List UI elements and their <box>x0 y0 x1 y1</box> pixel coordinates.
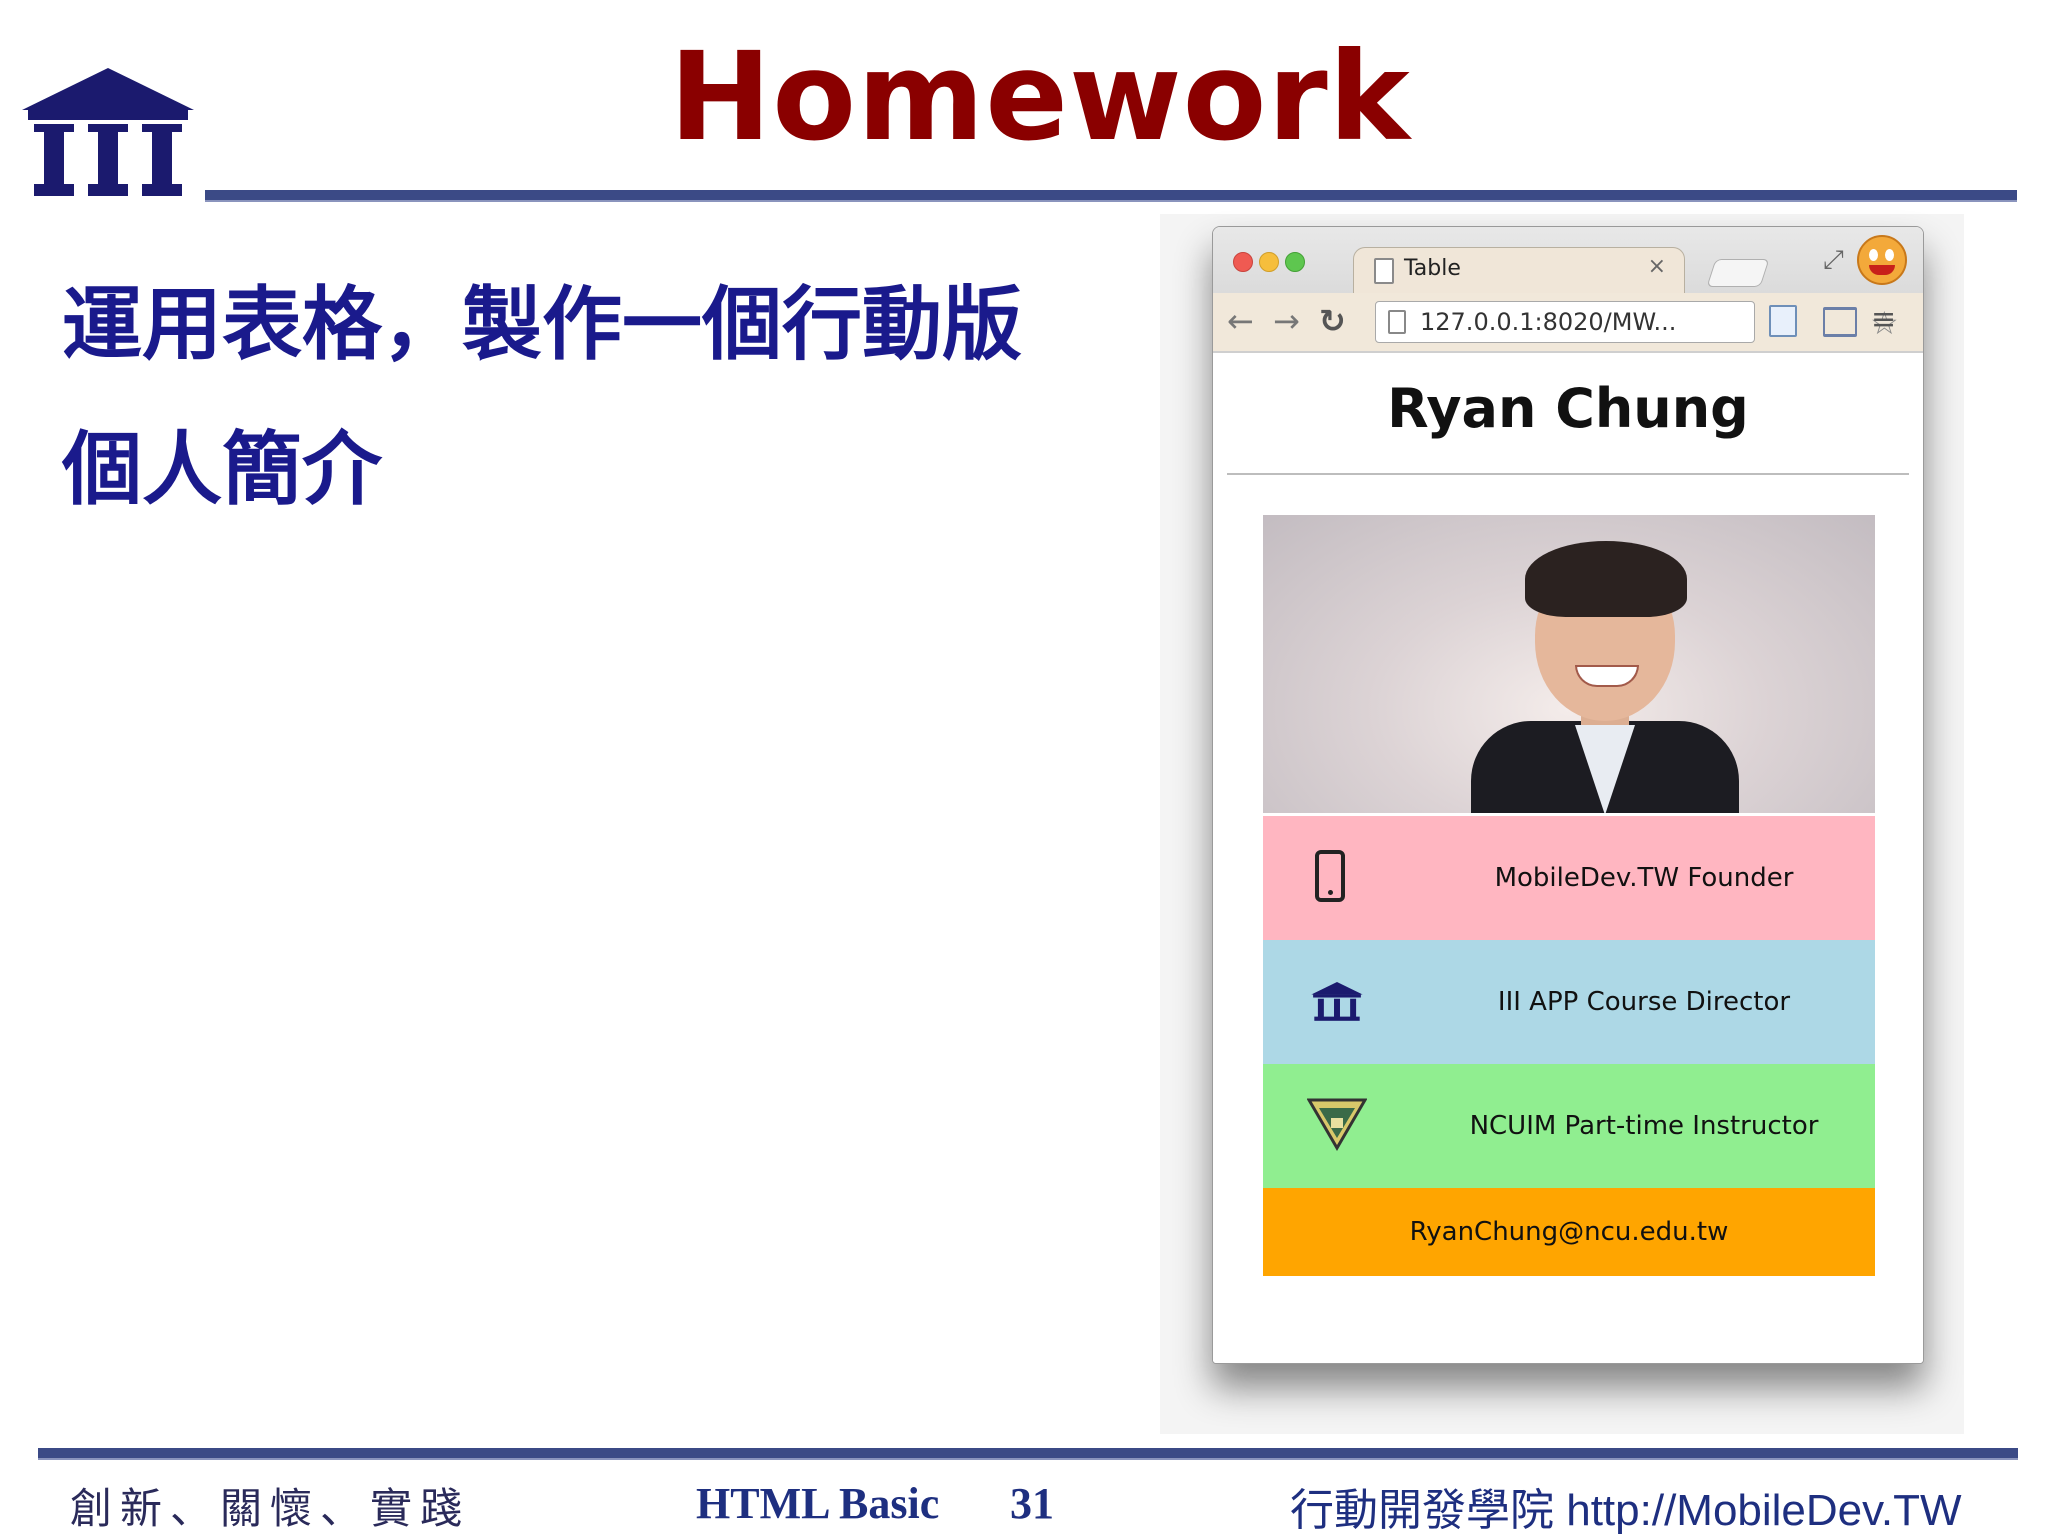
profile-table: MobileDev.TW Founder III APP Course Dire… <box>1263 816 1875 1276</box>
footer-course: HTML Basic <box>696 1479 940 1528</box>
browser-toolbar: ← → ↻ 127.0.0.1:8020/MW... ☆ ≡ <box>1213 293 1923 351</box>
profile-name-heading: Ryan Chung <box>1387 377 1749 440</box>
slide-title: Homework <box>669 26 1411 168</box>
screenshot-extension-icon[interactable] <box>1823 307 1857 337</box>
footer-academy: 行動開發學院 http://MobileDev.TW <box>1290 1486 1962 1535</box>
table-row: III APP Course Director <box>1263 940 1875 1064</box>
zoom-window-button[interactable] <box>1285 252 1305 272</box>
new-tab-button[interactable] <box>1706 259 1770 287</box>
url-text: 127.0.0.1:8020/MW... <box>1420 308 1677 336</box>
body-line-2: 個人簡介 <box>62 423 382 516</box>
slide-body: 運用表格，製作一個行動版 個人簡介 <box>62 252 1122 542</box>
close-window-button[interactable] <box>1233 252 1253 272</box>
edit-extension-icon[interactable] <box>1769 305 1797 337</box>
footer-motto: 創新、關懷、實踐 <box>70 1484 471 1533</box>
body-line-1: 運用表格，製作一個行動版 <box>62 278 1022 371</box>
school-badge-icon <box>1307 1098 1367 1151</box>
tab-close-icon[interactable]: × <box>1648 254 1666 279</box>
reload-icon[interactable]: ↻ <box>1319 305 1346 337</box>
table-cell: NCUIM Part-time Instructor <box>1469 1111 1819 1141</box>
profile-photo <box>1263 515 1875 813</box>
page-number: 31 <box>1010 1479 1054 1528</box>
header-divider <box>205 190 2017 202</box>
footer-divider <box>38 1448 2018 1460</box>
institute-logo <box>22 68 194 196</box>
page-content: Ryan Chung MobileDev.TW Founder III APP … <box>1213 353 1923 1363</box>
address-bar[interactable]: 127.0.0.1:8020/MW... ☆ <box>1375 301 1899 343</box>
table-cell: III APP Course Director <box>1497 987 1791 1017</box>
menu-icon[interactable]: ≡ <box>1871 305 1896 335</box>
phone-icon <box>1315 850 1345 902</box>
institute-icon <box>1311 982 1363 1021</box>
back-arrow-icon[interactable]: ← <box>1227 305 1254 337</box>
fullscreen-icon[interactable]: ⤢ <box>1823 245 1844 276</box>
profile-emoji-icon[interactable] <box>1857 235 1907 285</box>
document-icon <box>1374 258 1394 284</box>
minimize-window-button[interactable] <box>1259 252 1279 272</box>
browser-window: Table × ⤢ ← → ↻ 127.0.0.1:8020/MW... ☆ ≡… <box>1212 226 1924 1364</box>
email-cell: RyanChung@ncu.edu.tw <box>1409 1217 1729 1247</box>
tab-title: Table <box>1404 256 1461 281</box>
table-row: NCUIM Part-time Instructor <box>1263 1064 1875 1188</box>
page-icon <box>1388 310 1406 334</box>
browser-titlebar: Table × ⤢ ← → ↻ 127.0.0.1:8020/MW... ☆ ≡ <box>1213 227 1923 354</box>
browser-tab[interactable]: Table × <box>1353 247 1685 294</box>
table-row: MobileDev.TW Founder <box>1263 816 1875 940</box>
table-cell: MobileDev.TW Founder <box>1494 863 1794 893</box>
forward-arrow-icon[interactable]: → <box>1273 305 1300 337</box>
table-row: RyanChung@ncu.edu.tw <box>1263 1188 1875 1276</box>
heading-divider <box>1227 473 1909 475</box>
